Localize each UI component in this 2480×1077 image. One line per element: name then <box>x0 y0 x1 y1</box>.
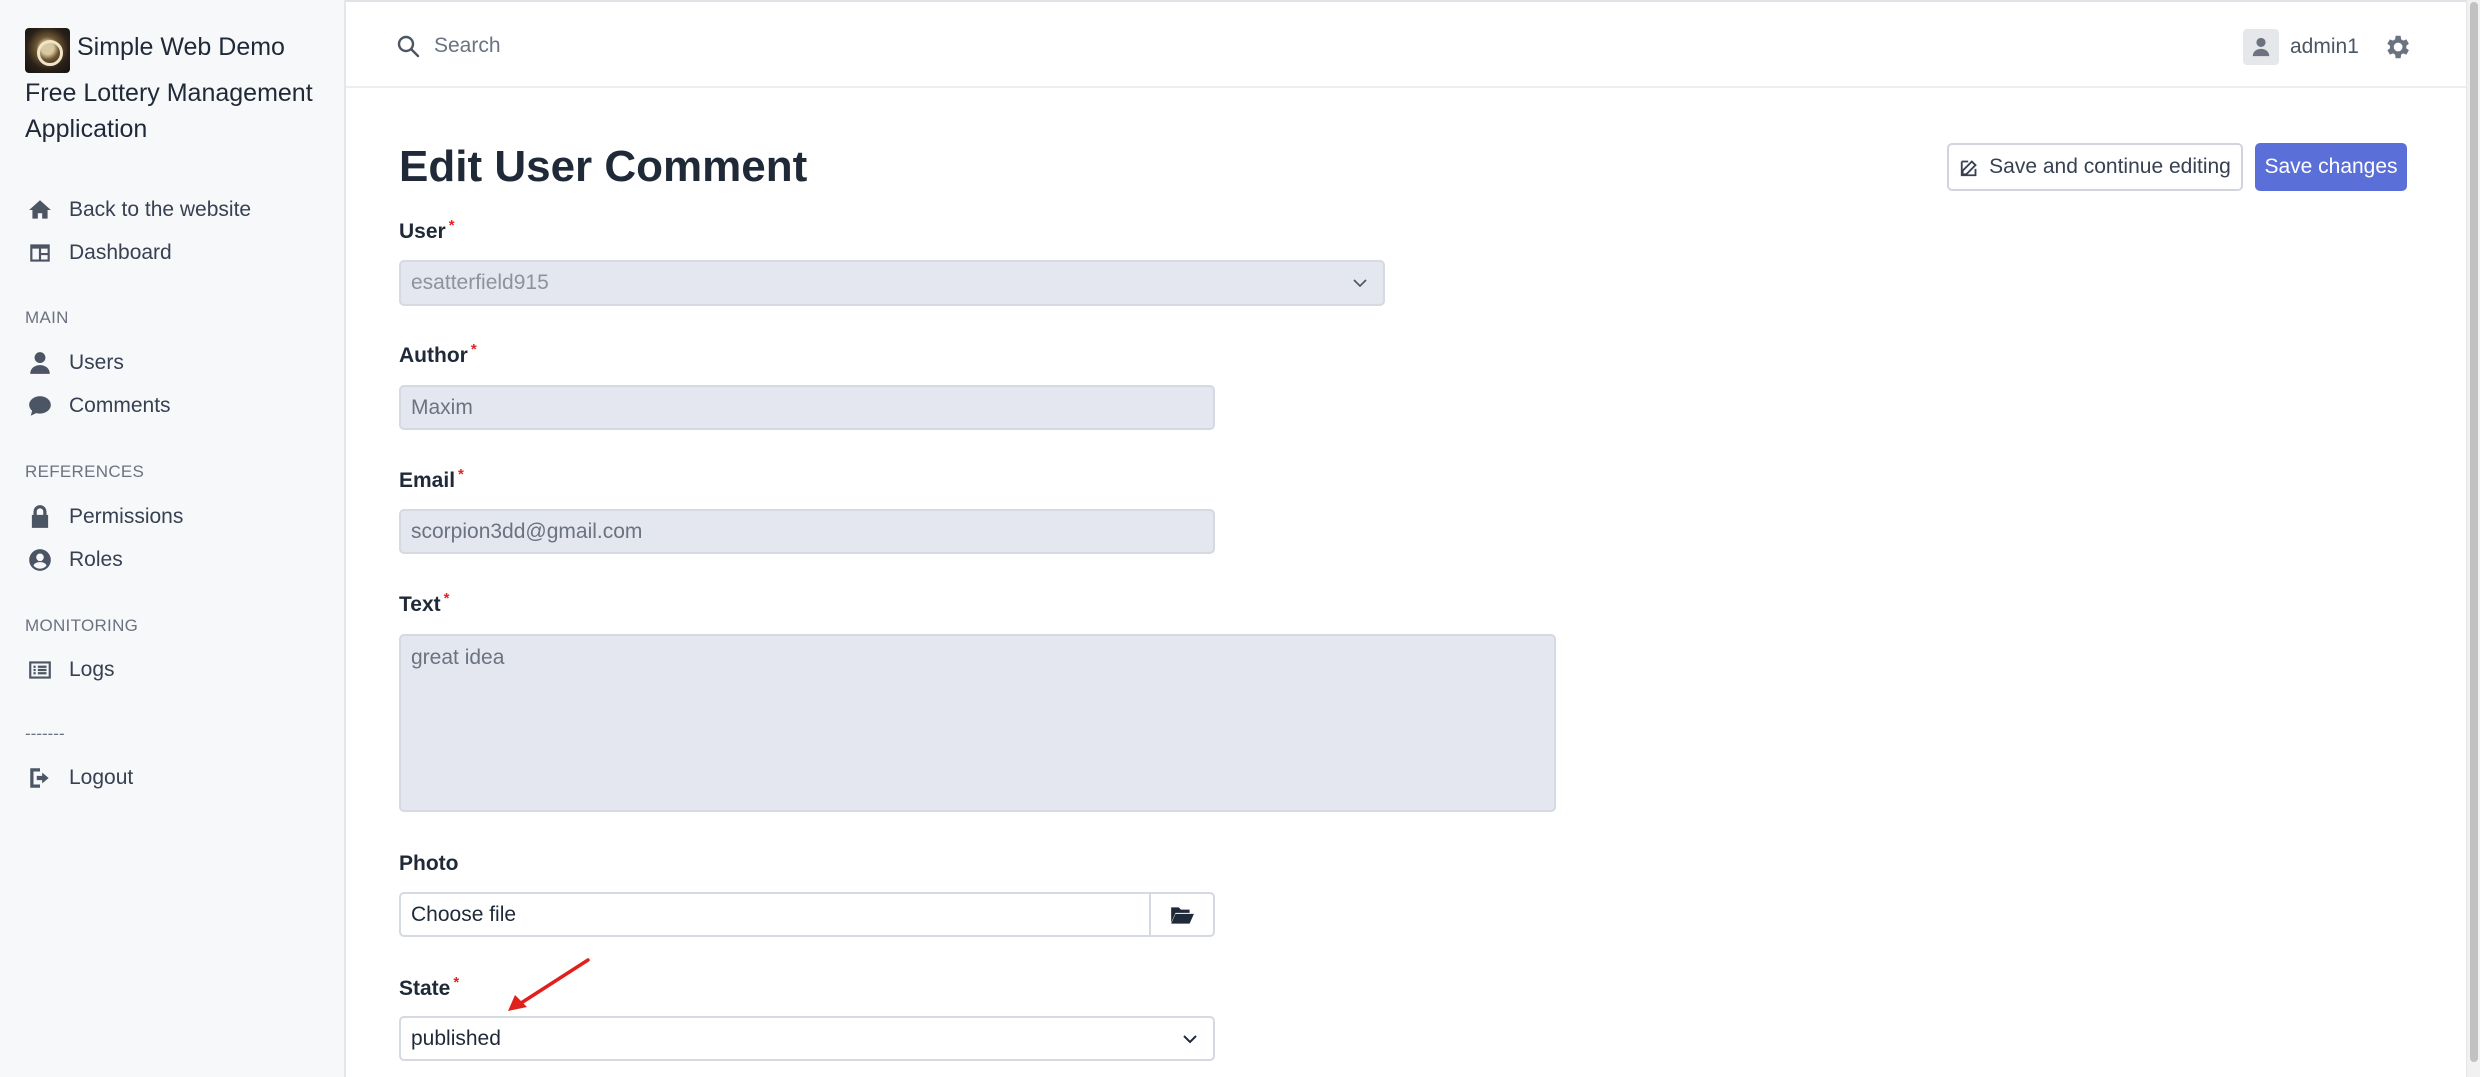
search-icon <box>397 35 420 58</box>
sidebar-item-back-to-website[interactable]: Back to the website <box>25 190 251 230</box>
photo-file-input[interactable]: Choose file <box>399 892 1215 937</box>
author-field[interactable]: Maxim <box>399 385 1215 430</box>
brand-subtitle: Free Lottery Management Application <box>25 79 313 143</box>
sidebar-item-label: Dashboard <box>69 241 172 264</box>
search-input[interactable] <box>434 26 1134 66</box>
photo-file-text: Choose file <box>411 902 517 926</box>
user-label: User * <box>399 217 455 244</box>
comment-icon <box>25 392 55 420</box>
required-mark: * <box>453 974 460 991</box>
sidebar-section-monitoring: MONITORING <box>25 616 139 635</box>
text-textarea-value: great idea <box>411 646 505 669</box>
save-and-continue-label: Save and continue editing <box>1989 155 2231 178</box>
edit-icon <box>1960 160 1977 177</box>
sidebar-item-users[interactable]: Users <box>25 343 124 383</box>
user-circle-icon <box>25 546 55 574</box>
save-changes-button[interactable]: Save changes <box>2255 143 2407 191</box>
email-field-value: scorpion3dd@gmail.com <box>411 519 643 543</box>
page-title: Edit User Comment <box>399 142 808 191</box>
sidebar-item-dashboard[interactable]: Dashboard <box>25 233 172 273</box>
brand-logo <box>25 28 70 73</box>
author-label: Author * <box>399 341 477 368</box>
text-textarea[interactable]: great idea <box>399 634 1556 812</box>
sidebar-item-logout[interactable]: Logout <box>25 758 133 798</box>
sidebar-item-label: Permissions <box>69 505 184 528</box>
browse-button[interactable] <box>1149 894 1213 935</box>
sidebar-item-permissions[interactable]: Permissions <box>25 497 183 537</box>
sidebar-section-main: MAIN <box>25 308 69 327</box>
required-mark: * <box>470 341 477 358</box>
state-label-text: State <box>399 977 451 1000</box>
save-and-continue-button[interactable]: Save and continue editing <box>1947 143 2243 191</box>
gear-icon[interactable] <box>2382 32 2412 62</box>
home-icon <box>25 196 55 224</box>
user-label-text: User <box>399 220 446 243</box>
user-icon <box>25 349 55 377</box>
text-label: Text * <box>399 590 450 617</box>
sidebar-item-label: Roles <box>69 548 123 571</box>
email-label: Email * <box>399 466 464 493</box>
author-field-value: Maxim <box>411 395 473 419</box>
topbar: admin1 <box>346 0 2480 88</box>
sidebar-item-label: Users <box>69 351 124 374</box>
user-select[interactable]: esatterfield915 <box>399 260 1385 306</box>
sidebar-item-roles[interactable]: Roles <box>25 540 123 580</box>
user-select-value: esatterfield915 <box>411 271 549 294</box>
scrollbar-thumb[interactable] <box>2470 2 2478 1062</box>
lock-icon <box>25 503 55 531</box>
sidebar-item-label: Comments <box>69 394 171 417</box>
required-mark: * <box>458 466 464 483</box>
user-avatar[interactable] <box>2243 29 2279 65</box>
logout-icon <box>25 764 55 792</box>
sidebar-item-label: Back to the website <box>69 198 252 221</box>
sidebar-item-label: Logs <box>69 658 115 681</box>
chevron-down-icon <box>1353 279 1367 288</box>
user-icon <box>2252 37 2270 57</box>
sidebar: Simple Web Demo Free Lottery Management … <box>0 0 346 1077</box>
sidebar-section-references: REFERENCES <box>25 462 145 481</box>
sidebar-separator: ------- <box>25 724 65 743</box>
state-label: State * <box>399 974 460 1001</box>
dashboard-icon <box>25 239 55 267</box>
email-field[interactable]: scorpion3dd@gmail.com <box>399 509 1215 554</box>
required-mark: * <box>443 590 450 607</box>
author-label-text: Author <box>399 344 468 367</box>
sidebar-item-comments[interactable]: Comments <box>25 386 171 426</box>
text-label-text: Text <box>399 593 441 616</box>
brand-title: Simple Web Demo <box>77 33 285 61</box>
annotation-arrow-icon <box>508 958 590 1011</box>
username[interactable]: admin1 <box>2290 35 2359 59</box>
sidebar-item-label: Logout <box>69 766 134 789</box>
state-select-value: published <box>411 1026 501 1050</box>
list-icon <box>25 656 55 684</box>
email-label-text: Email <box>399 469 456 492</box>
folder-open-icon <box>1171 906 1194 924</box>
chevron-down-icon <box>1183 1034 1197 1043</box>
required-mark: * <box>448 217 455 234</box>
photo-label: Photo <box>399 852 459 875</box>
app-root: Simple Web Demo Free Lottery Management … <box>0 0 2480 1077</box>
state-select[interactable]: published <box>399 1016 1215 1061</box>
scrollbar[interactable] <box>2466 0 2480 1077</box>
sidebar-item-logs[interactable]: Logs <box>25 650 115 690</box>
